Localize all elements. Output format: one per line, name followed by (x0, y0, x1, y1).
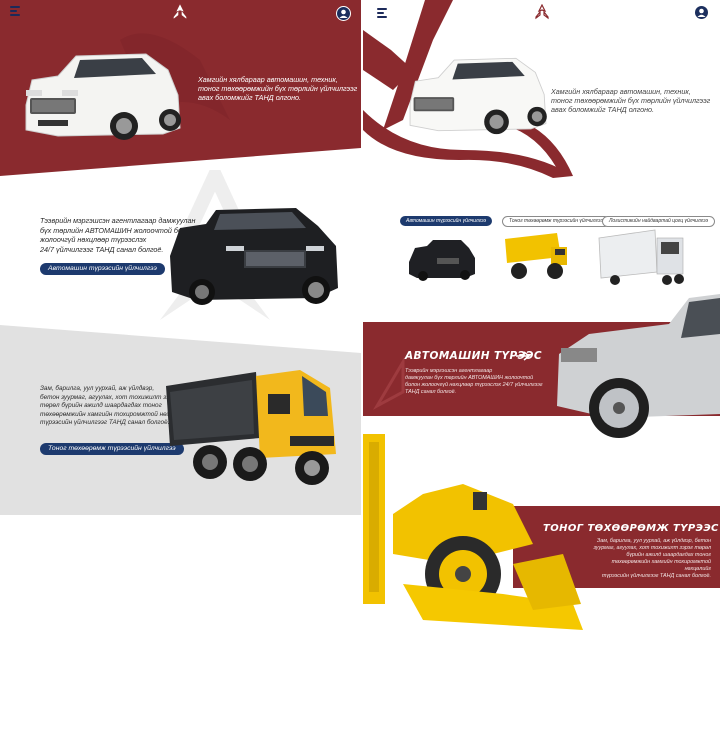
user-icon[interactable] (336, 6, 351, 21)
tab-car-rental[interactable]: Автомашин түрээсийн үйлчилгээ (400, 216, 493, 226)
white-suv-image (409, 57, 547, 135)
menu-icon[interactable] (10, 6, 20, 16)
white-suv-image (25, 53, 181, 140)
car-rental-text: Тээврийн мэргэшсэн агентлагаар дамжуулан … (405, 368, 543, 395)
tab-equipment-rental[interactable]: Тоног төхөөрөмж түрээсийн үйлчилгээ (502, 216, 610, 227)
left-screen: Хамгийн хялбараар автомашин, техник, тоно… (0, 0, 361, 739)
dump-truck-image (166, 370, 336, 485)
menu-icon[interactable] (377, 8, 387, 18)
bulldozer-image (363, 434, 583, 630)
silver-suv-image (557, 294, 720, 438)
hero-tagline: Хамгийн хялбараар автомашин, техник, тоно… (551, 87, 711, 114)
brand-logo-icon[interactable] (171, 4, 189, 20)
haul-truck-thumbnail[interactable] (501, 229, 573, 281)
black-suv-thumbnail[interactable] (407, 238, 477, 282)
right-screen: Хамгийн хялбараар автомашин, техник, тоно… (363, 0, 720, 739)
car-rental-service-button[interactable]: Автомашин түрээсийн үйлчилгээ (40, 263, 165, 275)
black-suv-image (170, 208, 338, 305)
semi-truck-thumbnail[interactable] (597, 228, 687, 288)
tab-logistics[interactable]: Логистикийн найдвартай цогц үйлчилгээ (602, 216, 716, 227)
arrow-right-icon[interactable] (515, 351, 533, 361)
brand-logo-icon[interactable] (533, 4, 551, 20)
user-icon[interactable] (695, 6, 708, 19)
hero-tagline: Хамгийн хялбараар автомашин, техник, тоно… (198, 75, 358, 102)
equipment-text: Зам, барилга, уул уурхай, аж үйлдвэр, бе… (593, 538, 711, 579)
